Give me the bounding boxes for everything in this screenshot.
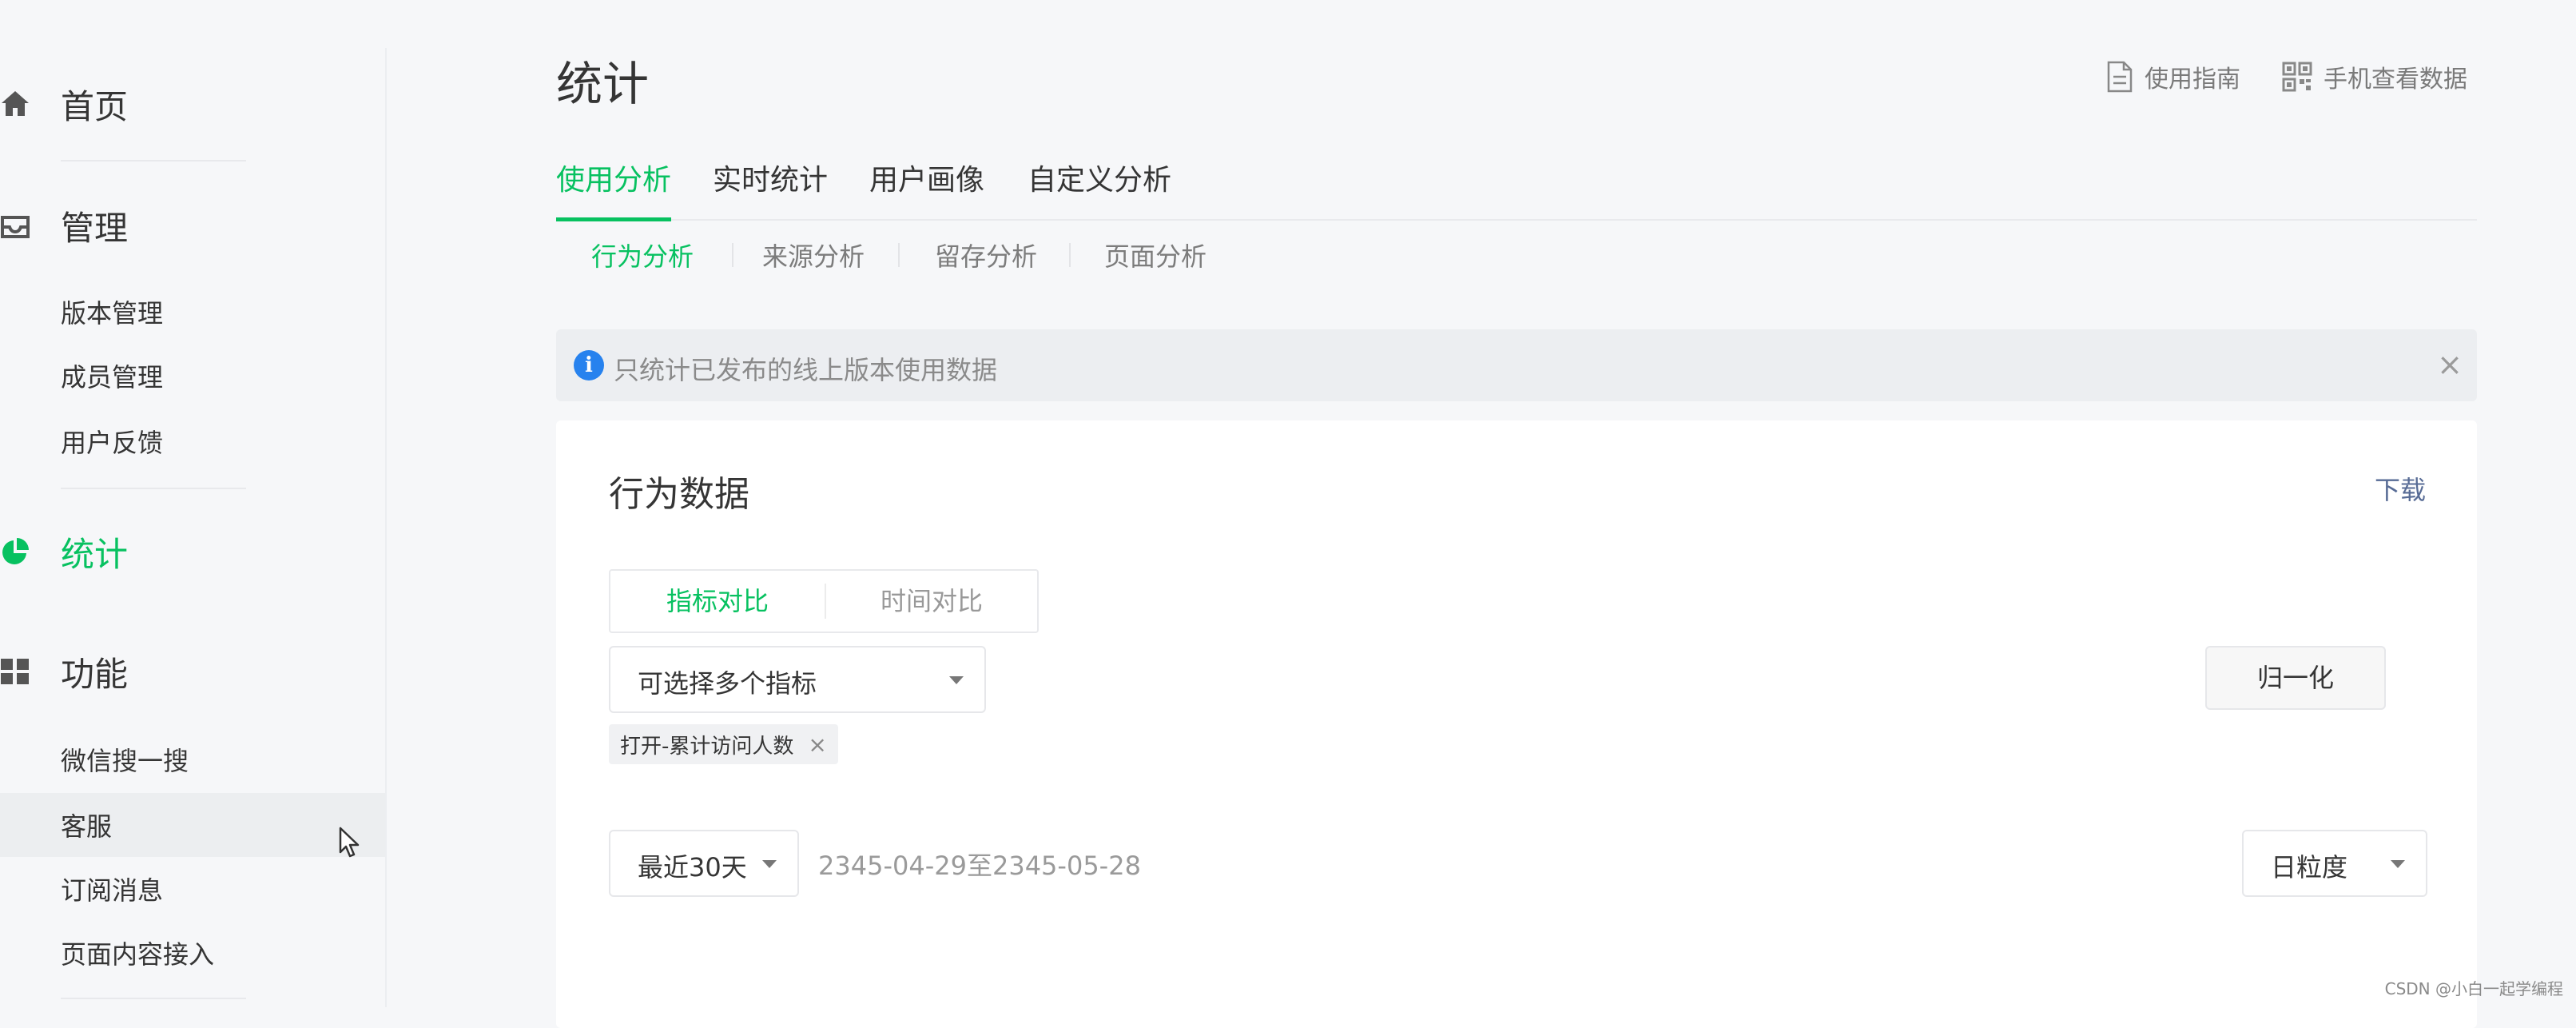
divider (61, 160, 246, 161)
mobile-view-label: 手机查看数据 (2324, 66, 2467, 94)
date-range-text: 2345-04-29至2345-05-28 (818, 851, 1141, 881)
nav-user-feedback-label: 用户反馈 (61, 428, 164, 458)
nav-version-manage-label: 版本管理 (61, 298, 164, 329)
main-tabs: 使用分析 实时统计 用户画像 自定义分析 (556, 157, 2477, 221)
inbox-icon (0, 209, 32, 242)
compare-mode-segment: 指标对比 时间对比 (609, 569, 1039, 633)
selected-metric-tag: 打开-累计访问人数 × (609, 724, 838, 764)
nav-wechat-search-label: 微信搜一搜 (61, 746, 189, 776)
chevron-down-icon (2391, 860, 2405, 868)
nav-member-manage[interactable]: 成员管理 (0, 344, 385, 408)
nav-page-content-label: 页面内容接入 (61, 939, 215, 970)
subtab-separator (732, 243, 733, 267)
divider (61, 488, 246, 489)
tab-user-portrait[interactable]: 用户画像 (869, 157, 984, 219)
nav-stats[interactable]: 统计 (0, 512, 385, 592)
qrcode-icon (2282, 62, 2312, 92)
nav-member-manage-label: 成员管理 (61, 362, 164, 392)
subtab-source-analysis[interactable]: 来源分析 (762, 237, 865, 273)
nav-manage-label: 管理 (61, 208, 129, 248)
nav-features[interactable]: 功能 (0, 632, 385, 711)
document-icon (2107, 61, 2133, 93)
segment-time-compare[interactable]: 时间对比 (825, 571, 1039, 632)
chevron-down-icon (949, 676, 964, 684)
nav-subscription-message-label: 订阅消息 (61, 875, 164, 906)
nav-stats-label: 统计 (61, 534, 129, 574)
nav-features-label: 功能 (61, 654, 129, 694)
home-icon (0, 87, 32, 121)
sidebar-separator (385, 48, 387, 1007)
tag-label: 打开-累计访问人数 (620, 734, 794, 759)
subtab-separator (1069, 243, 1071, 267)
usage-guide-link[interactable]: 使用指南 (2106, 59, 2240, 94)
chevron-down-icon (762, 860, 777, 868)
grid-icon (0, 655, 32, 688)
watermark: CSDN @小白一起学编程 (2384, 979, 2563, 998)
subtab-behavior-analysis[interactable]: 行为分析 (591, 237, 694, 273)
nav-home[interactable]: 首页 (0, 64, 385, 144)
subtab-separator (898, 243, 900, 267)
metric-select[interactable]: 可选择多个指标 (609, 646, 986, 713)
download-link[interactable]: 下载 (2375, 470, 2426, 507)
period-select-value: 最近30天 (638, 852, 747, 883)
card-title: 行为数据 (609, 474, 749, 515)
divider (61, 998, 246, 999)
nav-wechat-search[interactable]: 微信搜一搜 (0, 727, 385, 791)
behavior-data-card: 行为数据 下载 指标对比 时间对比 可选择多个指标 归一化 打开-累计访问人数 … (556, 420, 2477, 1028)
tab-custom-analysis[interactable]: 自定义分析 (1028, 157, 1171, 219)
subtab-retention-analysis[interactable]: 留存分析 (935, 237, 1037, 273)
info-notice: i 只统计已发布的线上版本使用数据 × (556, 329, 2477, 401)
normalize-button[interactable]: 归一化 (2205, 646, 2386, 710)
tag-remove-button[interactable]: × (808, 731, 826, 758)
nav-user-feedback[interactable]: 用户反馈 (0, 409, 385, 473)
period-select[interactable]: 最近30天 (609, 830, 799, 897)
segment-metric-compare[interactable]: 指标对比 (610, 571, 825, 632)
granularity-select[interactable]: 日粒度 (2242, 830, 2427, 897)
nav-manage[interactable]: 管理 (0, 185, 385, 265)
nav-page-content[interactable]: 页面内容接入 (0, 921, 385, 985)
pie-chart-icon (0, 535, 32, 568)
notice-close-button[interactable]: × (2437, 347, 2463, 382)
nav-customer-service-label: 客服 (61, 811, 113, 842)
info-icon: i (574, 350, 604, 381)
nav-customer-service[interactable]: 客服 (0, 793, 385, 857)
granularity-select-value: 日粒度 (2271, 852, 2348, 883)
notice-text: 只统计已发布的线上版本使用数据 (614, 355, 998, 385)
tab-realtime-stats[interactable]: 实时统计 (713, 157, 828, 219)
sidebar: 首页 管理 版本管理 成员管理 用户反馈 统计 功能 微信搜一搜 客服 订阅消息… (0, 0, 385, 1007)
usage-guide-label: 使用指南 (2145, 66, 2240, 94)
nav-subscription-message[interactable]: 订阅消息 (0, 857, 385, 921)
metric-select-value: 可选择多个指标 (638, 668, 817, 699)
nav-home-label: 首页 (61, 86, 129, 126)
nav-version-manage[interactable]: 版本管理 (0, 280, 385, 344)
mobile-view-link[interactable]: 手机查看数据 (2282, 59, 2467, 94)
page-title: 统计 (556, 57, 650, 111)
subtab-page-analysis[interactable]: 页面分析 (1104, 237, 1207, 273)
mouse-cursor-icon (339, 827, 363, 862)
tab-usage-analysis[interactable]: 使用分析 (556, 157, 672, 221)
